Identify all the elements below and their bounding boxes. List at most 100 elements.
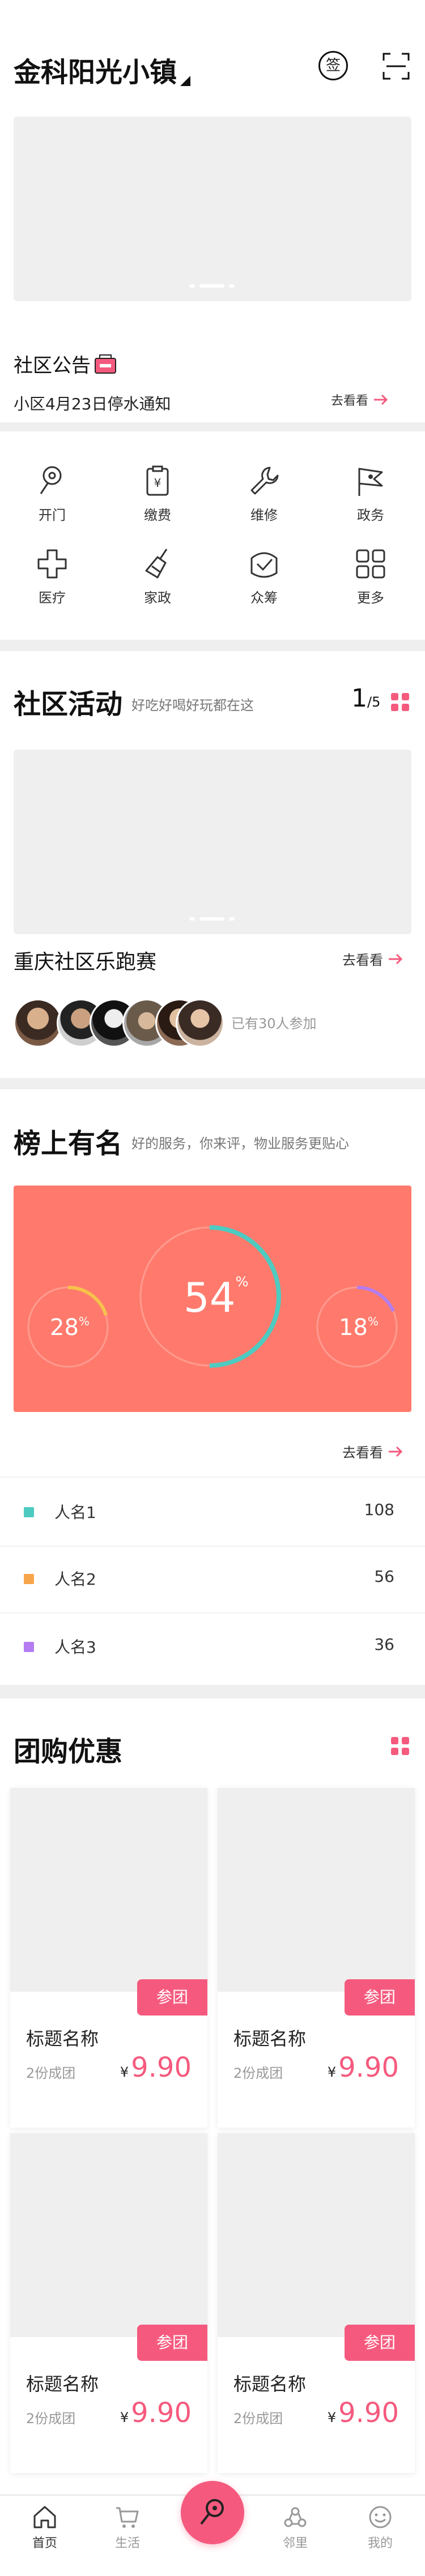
tab-label: 首页 xyxy=(32,2536,57,2551)
notice-more-label: 去看看 xyxy=(331,394,369,408)
service-repair[interactable]: 维修 xyxy=(224,464,304,524)
arrow-right-icon xyxy=(389,953,403,964)
group-size: 2份成团 xyxy=(233,2065,283,2081)
notice-title-text: 社区公告 xyxy=(14,354,91,377)
pager-total: /5 xyxy=(367,694,381,710)
rank-row[interactable]: 人名1 108 xyxy=(0,1477,425,1547)
community-title[interactable]: 金科阳光小镇 xyxy=(14,50,191,89)
service-more[interactable]: 更多 xyxy=(331,547,410,606)
product-image xyxy=(10,1788,207,1992)
service-label: 家政 xyxy=(144,590,171,606)
right-value: 18 xyxy=(339,1315,368,1341)
smile-icon xyxy=(369,2506,392,2528)
rank-value: 108 xyxy=(364,1500,394,1519)
dropdown-caret-icon xyxy=(180,76,191,86)
percent-sign: % xyxy=(235,1274,249,1290)
service-payment[interactable]: ¥ 缴费 xyxy=(118,464,197,524)
home-icon xyxy=(33,2506,56,2528)
top-banner[interactable] xyxy=(14,117,411,301)
gauge-center-value: 54% xyxy=(184,1274,248,1321)
gauge-right-value: 18% xyxy=(339,1315,379,1341)
service-label: 缴费 xyxy=(144,507,171,523)
join-group-button[interactable]: 参团 xyxy=(137,1979,207,2016)
grid-icon xyxy=(356,549,385,579)
service-door[interactable]: 开门 xyxy=(12,464,92,524)
payment-icon: ¥ xyxy=(146,465,169,496)
ranking-subtitle: 好的服务，你来评，物业服务更贴心 xyxy=(131,1136,349,1152)
app-header: 金科阳光小镇 签 xyxy=(0,0,425,113)
activity-more-link[interactable]: 去看看 xyxy=(342,949,403,969)
pagination-dot-active xyxy=(199,284,224,288)
group-buy-card[interactable]: 参团 标题名称 2份成团 ¥9.90 xyxy=(218,2133,415,2473)
notice-more-link[interactable]: 去看看 xyxy=(331,391,389,409)
notice-title: 社区公告 xyxy=(14,350,117,378)
ranking-more-link[interactable]: 去看看 xyxy=(342,1441,403,1461)
rank-row[interactable]: 人名2 56 xyxy=(0,1544,425,1614)
service-label: 维修 xyxy=(250,507,278,523)
service-medical[interactable]: 医疗 xyxy=(12,547,92,606)
flag-icon xyxy=(358,468,383,496)
pagination-dot xyxy=(189,284,195,288)
gauge-left-value: 28% xyxy=(50,1315,90,1341)
announcement-icon xyxy=(95,354,116,374)
tab-neighbors[interactable]: 邻里 xyxy=(253,2499,338,2551)
activity-banner[interactable] xyxy=(14,750,411,934)
event-name[interactable]: 重庆社区乐跑赛 xyxy=(14,945,156,975)
rank-name: 人名2 xyxy=(54,1570,96,1589)
group-buy-card[interactable]: 参团 标题名称 2份成团 ¥9.90 xyxy=(10,1788,207,2128)
tab-life[interactable]: 生活 xyxy=(85,2499,170,2551)
left-value: 28 xyxy=(50,1315,79,1341)
key-fab-icon xyxy=(200,2499,224,2525)
key-icon xyxy=(40,466,62,494)
service-label: 开门 xyxy=(39,507,66,523)
arrow-right-icon xyxy=(374,394,388,405)
tab-mine[interactable]: 我的 xyxy=(338,2499,423,2551)
service-housekeeping[interactable]: 家政 xyxy=(118,547,197,606)
product-image xyxy=(10,2133,207,2337)
activity-more-label: 去看看 xyxy=(342,952,383,968)
menu-dots-icon[interactable] xyxy=(391,693,409,711)
sign-in-button[interactable]: 签 xyxy=(318,51,348,80)
participants-count: 已有30人参加 xyxy=(231,1016,317,1032)
group-buy-card[interactable]: 参团 标题名称 2份成团 ¥9.90 xyxy=(10,2133,207,2473)
rank-row[interactable]: 人名3 36 xyxy=(0,1612,425,1680)
pagination-dot-active xyxy=(199,917,224,921)
rank-color-marker xyxy=(24,1574,34,1584)
cart-icon xyxy=(116,2507,139,2528)
pager-current: 1 xyxy=(351,684,367,713)
service-label: 更多 xyxy=(357,590,384,606)
group-size: 2份成团 xyxy=(26,2065,76,2081)
rank-name: 人名1 xyxy=(54,1503,96,1522)
notice-text[interactable]: 小区4月23日停水通知 xyxy=(14,392,171,414)
group-buy-card[interactable]: 参团 标题名称 2份成团 ¥9.90 xyxy=(218,1788,415,2128)
ranking-banner: 28% 54% 18% xyxy=(14,1186,411,1412)
group-buy-title: 团购优惠 xyxy=(14,1736,123,1768)
tab-label: 我的 xyxy=(367,2536,393,2551)
service-crowdfund[interactable]: 众筹 xyxy=(224,547,304,606)
menu-dots-icon[interactable] xyxy=(391,1737,409,1755)
rank-name: 人名3 xyxy=(54,1638,96,1657)
center-action-button[interactable] xyxy=(181,2481,244,2544)
sign-in-label: 签 xyxy=(325,57,341,74)
product-price: ¥9.90 xyxy=(120,2397,192,2429)
price-value: 9.90 xyxy=(131,2052,192,2083)
product-price: ¥9.90 xyxy=(120,2052,192,2083)
tab-home[interactable]: 首页 xyxy=(2,2499,87,2551)
avatar xyxy=(176,999,224,1047)
currency: ¥ xyxy=(120,2064,129,2080)
product-title: 标题名称 xyxy=(233,2373,307,2395)
pagination-dot xyxy=(229,284,235,288)
ranking-title: 榜上有名 xyxy=(14,1128,123,1159)
banner-pagination xyxy=(189,284,235,288)
currency: ¥ xyxy=(327,2410,337,2425)
join-group-button[interactable]: 参团 xyxy=(345,1979,415,2016)
price-value: 9.90 xyxy=(131,2397,192,2429)
scan-icon[interactable] xyxy=(382,52,410,80)
group-size: 2份成团 xyxy=(233,2411,283,2427)
section-separator xyxy=(0,422,425,431)
service-government[interactable]: 政务 xyxy=(331,464,410,524)
join-group-button[interactable]: 参团 xyxy=(345,2325,415,2361)
join-group-button[interactable]: 参团 xyxy=(137,2325,207,2361)
section-separator xyxy=(0,1685,425,1698)
section-separator xyxy=(0,640,425,651)
